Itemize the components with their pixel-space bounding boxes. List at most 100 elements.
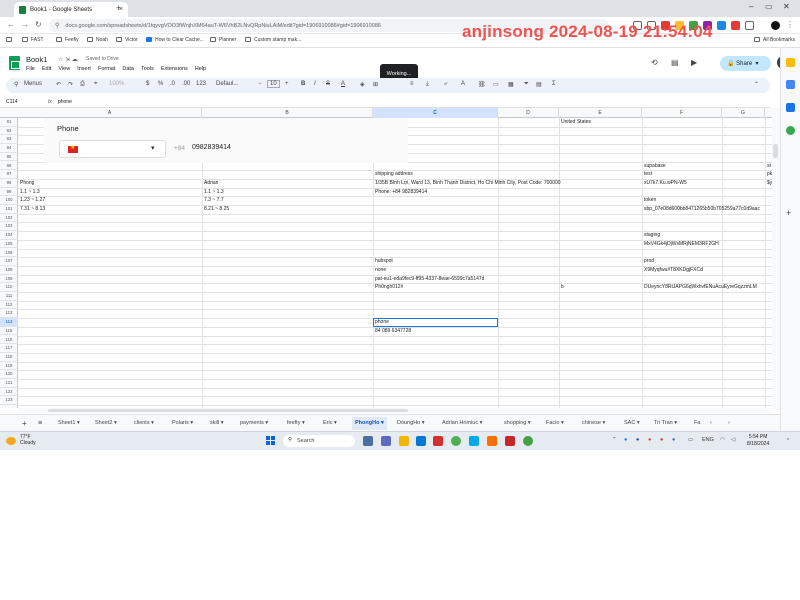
formula-input[interactable]: phone [58, 99, 72, 105]
print-icon[interactable]: ⎙ [80, 81, 85, 88]
bookmark-planner[interactable]: Planner [210, 37, 236, 43]
row-header[interactable]: 99 [0, 188, 18, 197]
sheet-tab[interactable]: Sheet1 ▾ [58, 417, 80, 430]
browser-tab[interactable]: Book1 - Google Sheets × [14, 2, 128, 17]
column-header-b[interactable]: B [202, 108, 373, 118]
row-header[interactable]: 108 [0, 266, 18, 275]
link-icon[interactable]: ⛓ [478, 81, 486, 88]
all-bookmarks[interactable]: All Bookmarks [754, 37, 795, 43]
sheet-tab[interactable]: skill ▾ [210, 417, 223, 430]
notifications-icon[interactable]: ◔ [786, 437, 789, 443]
row-header[interactable]: 101 [0, 205, 18, 214]
sheet-tab[interactable]: clients ▾ [134, 417, 154, 430]
country-select[interactable]: ▾ [59, 140, 166, 158]
cell[interactable]: MxV4Gk4jDjWsMRjNEM3RF2GH [644, 240, 719, 249]
sheet-tab[interactable]: Adrian Hrimiuc ▾ [442, 417, 482, 430]
phone-number-input[interactable]: 0982839414 [192, 144, 231, 151]
increase-decimal[interactable]: .00 [182, 81, 190, 87]
row-header[interactable]: 98 [0, 179, 18, 188]
extensions-puzzle-icon[interactable] [745, 21, 754, 30]
contacts-icon[interactable] [786, 103, 795, 112]
increase-font-icon[interactable]: + [285, 81, 289, 87]
row-header[interactable]: 119 [0, 362, 18, 371]
screen-record-icon[interactable] [505, 436, 515, 446]
chrome-2-icon[interactable] [523, 436, 533, 446]
comment-icon[interactable]: ▭ [493, 81, 499, 88]
strikethrough-icon[interactable]: S [326, 81, 330, 87]
cell[interactable]: 7.3 ~ 7.7 [204, 196, 224, 205]
forward-icon[interactable]: → [21, 20, 29, 29]
row-header[interactable]: 110 [0, 283, 18, 292]
new-tab-icon[interactable]: + [116, 3, 121, 13]
font-select[interactable]: Defaul... [216, 81, 238, 87]
maps-icon[interactable] [786, 126, 795, 135]
name-box[interactable]: C114 [6, 99, 18, 105]
bookmark-fast[interactable]: FAST [22, 37, 44, 43]
row-header[interactable]: 91 [0, 118, 18, 127]
row-header[interactable]: 92 [0, 127, 18, 136]
row-header[interactable]: 109 [0, 275, 18, 284]
filter-icon[interactable]: ⏷ [524, 81, 529, 88]
tray-icon-3[interactable]: ● [648, 437, 651, 443]
history-icon[interactable]: ⟲ [651, 58, 658, 67]
column-header-g[interactable]: G [722, 108, 765, 118]
comments-icon[interactable]: ▤ [671, 58, 679, 67]
row-header[interactable]: 100 [0, 196, 18, 205]
cell[interactable]: prod [644, 257, 654, 266]
row-header[interactable]: 102 [0, 214, 18, 223]
chrome-menu-icon[interactable]: ⋮ [786, 20, 794, 29]
volume-icon[interactable]: ◁ [731, 437, 735, 443]
row-header[interactable]: 112 [0, 301, 18, 310]
cell[interactable]: shipping address [375, 170, 413, 179]
edge-icon[interactable] [416, 436, 426, 446]
share-button[interactable]: 🔒 Share ▾ [720, 56, 771, 71]
row-header[interactable]: 122 [0, 388, 18, 397]
row-header[interactable]: 105 [0, 240, 18, 249]
cell[interactable]: Adrian [204, 179, 218, 188]
row-header[interactable]: 103 [0, 222, 18, 232]
cell[interactable]: none [375, 266, 386, 275]
cell[interactable]: Phone: +84 982839414 [375, 188, 427, 197]
menu-edit[interactable]: Edit [42, 66, 51, 72]
menu-extensions[interactable]: Extensions [161, 66, 188, 72]
cell[interactable]: United States [561, 118, 591, 127]
cell[interactable]: 1.1 ~ 1.3 [20, 188, 40, 197]
row-header[interactable]: 94 [0, 144, 18, 153]
align-icon[interactable]: ≡ [410, 81, 414, 87]
cell[interactable]: X9Myqfwu#T8XKDgjFXCd [644, 266, 703, 275]
cell[interactable]: 1.23 ~ 1.27 [20, 196, 45, 205]
bookmark-victor[interactable]: Victor [116, 37, 138, 43]
scroll-tabs-right-icon[interactable]: › [728, 417, 730, 430]
weather-widget[interactable]: 77°F Cloudy [20, 434, 36, 446]
maximize-icon[interactable]: ▭ [765, 2, 773, 11]
sheet-tab[interactable]: chinese ▾ [582, 417, 605, 430]
copilot-icon[interactable] [381, 436, 391, 446]
cell[interactable]: st [767, 162, 771, 171]
close-window-icon[interactable]: ✕ [783, 2, 790, 11]
cell[interactable]: 7.31 ~ 8.13 [20, 205, 45, 214]
menu-tools[interactable]: Tools [141, 66, 154, 72]
tray-icon-5[interactable]: ● [672, 437, 675, 443]
minimize-icon[interactable]: – [749, 2, 753, 11]
sheet-tab[interactable]: PhongHo ▾ [352, 417, 387, 430]
sheets-logo-icon[interactable] [9, 56, 20, 70]
currency-format[interactable]: $ [146, 81, 149, 87]
row-header[interactable]: 114 [0, 318, 18, 327]
scroll-tabs-left-icon[interactable]: ‹ [710, 417, 712, 430]
column-header-d[interactable]: D [498, 108, 559, 118]
column-header-a[interactable]: A [18, 108, 202, 118]
row-header[interactable]: 106 [0, 249, 18, 258]
sheet-tab[interactable]: shopping ▾ [504, 417, 531, 430]
menu-view[interactable]: View [58, 66, 70, 72]
file-explorer-icon[interactable] [399, 436, 409, 446]
chart-icon[interactable]: ▦ [508, 81, 514, 88]
extension-red2-icon[interactable] [731, 21, 740, 30]
sheet-tab[interactable]: SAC ▾ [624, 417, 640, 430]
windows-start-icon[interactable] [266, 436, 276, 446]
cell[interactable]: pat-eu1-eda9fec9-ff95-4337-8eae-6599c7a5… [375, 275, 484, 284]
column-header-e[interactable]: E [559, 108, 642, 118]
cell[interactable]: b [561, 283, 564, 292]
redo-icon[interactable]: ↷ [68, 81, 73, 88]
sheet-tab[interactable]: Facio ▾ [546, 417, 564, 430]
back-icon[interactable]: ← [7, 20, 15, 29]
